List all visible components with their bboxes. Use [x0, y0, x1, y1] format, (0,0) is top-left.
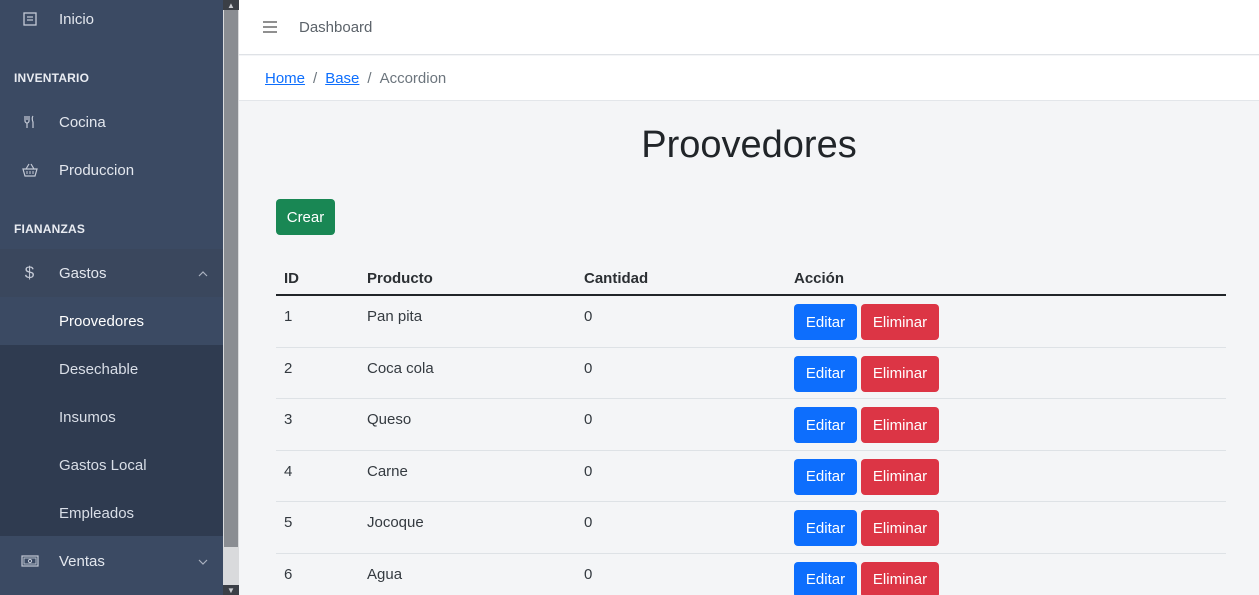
breadcrumb: Home / Base / Accordion: [239, 56, 1259, 101]
cell-id: 4: [284, 462, 293, 480]
cell-producto: Agua: [367, 565, 403, 583]
hamburger-menu-icon[interactable]: [263, 18, 281, 36]
page-title: Proovedores: [641, 124, 857, 166]
cell-cantidad: 0: [584, 359, 593, 377]
column-header-producto: Producto: [367, 270, 433, 287]
cell-producto: Queso: [367, 411, 412, 428]
chevron-up-icon: [183, 266, 223, 280]
cell-id: 2: [284, 359, 293, 377]
scroll-down-arrow-icon[interactable]: ▼: [223, 585, 239, 595]
edit-button[interactable]: Editar: [794, 304, 857, 340]
providers-table: ID Producto Cantidad Acción 1 Pan pita 0…: [276, 263, 1226, 595]
sidebar-item-label: Gastos: [59, 264, 107, 282]
edit-button[interactable]: Editar: [794, 407, 857, 443]
edit-button[interactable]: Editar: [794, 510, 857, 546]
sidebar-item-empleados[interactable]: Empleados: [0, 489, 223, 537]
cell-actions: Editar Eliminar: [794, 399, 1226, 443]
delete-button[interactable]: Eliminar: [861, 458, 939, 495]
sidebar-item-label: Cocina: [59, 113, 106, 131]
sidebar-scrollbar[interactable]: ▲ ▼: [223, 0, 239, 595]
cell-id: 6: [284, 565, 293, 583]
cell-id: 3: [284, 411, 293, 428]
breadcrumb-home-link[interactable]: Home: [265, 70, 305, 87]
section-title-inventario: INVENTARIO: [14, 71, 90, 85]
top-header: Dashboard: [239, 0, 1259, 55]
sidebar-item-produccion[interactable]: Produccion: [0, 146, 223, 194]
dollar-icon: $: [24, 263, 35, 282]
sidebar-item-insumos[interactable]: Insumos: [0, 393, 223, 441]
scroll-thumb[interactable]: [224, 10, 238, 547]
create-button[interactable]: Crear: [276, 199, 335, 235]
cash-icon: [0, 554, 59, 568]
section-title-finanzas: FIANANZAS: [14, 222, 86, 236]
column-header-accion: Acción: [794, 270, 845, 287]
table-row: 2 Coca cola 0 Editar Eliminar: [276, 348, 1226, 399]
cell-producto: Pan pita: [367, 308, 423, 325]
sidebar-item-proovedores[interactable]: Proovedores: [0, 297, 223, 345]
column-header-cantidad: Cantidad: [584, 270, 649, 287]
delete-button[interactable]: Eliminar: [861, 304, 939, 340]
cell-cantidad: 0: [584, 565, 593, 583]
breadcrumb-base-link[interactable]: Base: [325, 70, 359, 87]
edit-button[interactable]: Editar: [794, 355, 857, 392]
delete-button[interactable]: Eliminar: [861, 355, 939, 392]
basket-icon: [0, 162, 59, 178]
sidebar-item-label: Inicio: [59, 10, 95, 28]
sidebar-item-gastos-local[interactable]: Gastos Local: [0, 441, 223, 489]
table-header: ID Producto Cantidad Acción: [276, 263, 1226, 296]
chevron-down-icon: [183, 554, 223, 568]
header-title[interactable]: Dashboard: [299, 19, 372, 36]
cell-id: 1: [284, 308, 293, 325]
cell-producto: Coca cola: [367, 359, 434, 377]
table-row: 4 Carne 0 Editar Eliminar: [276, 451, 1226, 502]
cell-producto: Carne: [367, 462, 408, 480]
document-icon: [0, 11, 59, 27]
sidebar-item-gastos[interactable]: $ Gastos: [0, 249, 223, 297]
cell-actions: Editar Eliminar: [794, 502, 1226, 546]
delete-button[interactable]: Eliminar: [861, 407, 939, 443]
cell-cantidad: 0: [584, 514, 593, 531]
cell-actions: Editar Eliminar: [794, 348, 1226, 392]
sidebar: Inicio INVENTARIO Cocina Produccion FIAN…: [0, 0, 223, 595]
cell-producto: Jocoque: [367, 514, 424, 531]
delete-button[interactable]: Eliminar: [861, 510, 939, 546]
sidebar-group-gastos: $ Gastos Proovedores Desechable Insumos …: [0, 249, 223, 536]
sidebar-item-label: Produccion: [59, 161, 135, 179]
edit-button[interactable]: Editar: [794, 561, 857, 595]
sidebar-item-cocina[interactable]: Cocina: [0, 98, 223, 146]
cell-cantidad: 0: [584, 308, 593, 325]
cell-cantidad: 0: [584, 462, 593, 480]
sidebar-item-ventas[interactable]: Ventas: [0, 537, 223, 585]
table-row: 5 Jocoque 0 Editar Eliminar: [276, 502, 1226, 554]
sidebar-item-inicio[interactable]: Inicio: [0, 0, 223, 43]
cell-actions: Editar Eliminar: [794, 554, 1226, 595]
table-row: 3 Queso 0 Editar Eliminar: [276, 399, 1226, 451]
sidebar-item-label: Ventas: [59, 552, 105, 570]
cell-actions: Editar Eliminar: [794, 451, 1226, 495]
table-row: 1 Pan pita 0 Editar Eliminar: [276, 296, 1226, 348]
breadcrumb-separator: /: [313, 69, 318, 87]
cell-cantidad: 0: [584, 411, 593, 428]
delete-button[interactable]: Eliminar: [861, 561, 939, 595]
breadcrumb-separator: /: [367, 69, 372, 87]
column-header-id: ID: [284, 270, 299, 287]
edit-button[interactable]: Editar: [794, 458, 857, 495]
scroll-up-arrow-icon[interactable]: ▲: [223, 0, 239, 10]
cell-id: 5: [284, 514, 293, 531]
table-row: 6 Agua 0 Editar Eliminar: [276, 554, 1226, 595]
breadcrumb-current: Accordion: [379, 69, 447, 87]
sidebar-item-desechable[interactable]: Desechable: [0, 345, 223, 393]
cell-actions: Editar Eliminar: [794, 296, 1226, 340]
utensils-icon: [0, 114, 59, 130]
